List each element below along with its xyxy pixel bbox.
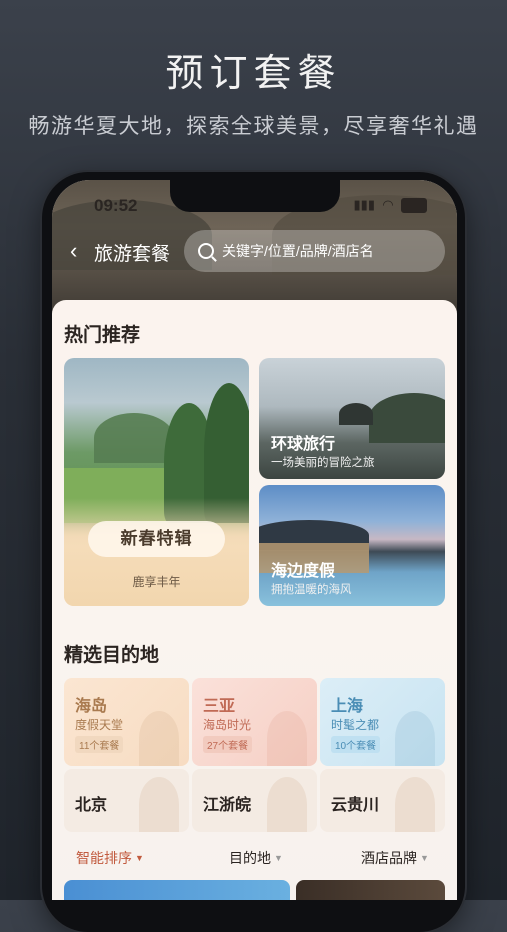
filter-label: 目的地 xyxy=(229,850,271,866)
destination-name: 江浙皖 xyxy=(203,797,252,814)
wifi-icon: ◠ xyxy=(383,197,393,212)
status-icons: ▮▮▮ ◠ xyxy=(354,197,427,213)
battery-icon xyxy=(401,197,427,213)
card-title: 海边度假 xyxy=(271,563,336,580)
filter-bar: 智能排序 ▼ 目的地 ▼ 酒店品牌 ▼ xyxy=(64,848,445,872)
chevron-left-icon: ‹ xyxy=(70,238,78,263)
card-badge: 新春特辑 xyxy=(88,521,225,557)
filter-label: 酒店品牌 xyxy=(361,850,417,866)
destination-jiangzhewan[interactable]: 江浙皖 xyxy=(192,769,317,832)
status-time: 09:52 xyxy=(94,196,138,215)
phone-screen: 09:52 ▮▮▮ ◠ ‹ 旅游套餐 关键字/位置/品牌/酒店名 热门推荐 新春… xyxy=(52,180,457,900)
decoration-shape xyxy=(139,711,179,766)
filter-smart-sort[interactable]: 智能排序 ▼ xyxy=(76,848,144,868)
destination-count: 11个套餐 xyxy=(75,736,124,753)
decoration-shape xyxy=(395,711,435,766)
filter-hotel-brand[interactable]: 酒店品牌 ▼ xyxy=(361,848,429,868)
card-title: 环球旅行 xyxy=(271,436,336,453)
hero-title: 预订套餐 xyxy=(165,53,342,95)
main-content: 热门推荐 新春特辑 鹿享丰年 环球旅行 一场美丽的冒险之旅 海边度假 拥抱温暖的… xyxy=(52,300,457,900)
destination-beijing[interactable]: 北京 xyxy=(64,769,189,832)
destination-name: 三亚 xyxy=(203,698,236,715)
filter-label: 智能排序 xyxy=(76,850,132,866)
destination-sub: 时髦之都 xyxy=(331,718,380,732)
card-caption: 鹿享丰年 xyxy=(132,575,181,589)
filter-destination[interactable]: 目的地 ▼ xyxy=(229,848,283,868)
destination-count: 27个套餐 xyxy=(203,736,253,753)
search-placeholder: 关键字/位置/品牌/酒店名 xyxy=(222,243,374,259)
destination-count: 10个套餐 xyxy=(331,736,381,753)
decoration-shape xyxy=(139,777,179,832)
decoration-shape xyxy=(267,711,307,766)
card-desc: 一场美丽的冒险之旅 xyxy=(271,457,375,469)
search-input[interactable]: 关键字/位置/品牌/酒店名 xyxy=(184,230,445,272)
package-card[interactable] xyxy=(64,880,290,900)
destination-name: 上海 xyxy=(331,698,364,715)
mountain-shape xyxy=(94,413,174,463)
hot-section-title: 热门推荐 xyxy=(64,325,141,346)
destination-sanya[interactable]: 三亚 海岛时光 27个套餐 xyxy=(192,678,317,766)
destinations-grid: 海岛 度假天堂 11个套餐 三亚 海岛时光 27个套餐 上海 时髦之都 10个套… xyxy=(64,678,445,832)
signal-icon: ▮▮▮ xyxy=(353,197,375,212)
destination-sub: 海岛时光 xyxy=(203,718,252,732)
destination-sub: 度假天堂 xyxy=(75,718,124,732)
caret-down-icon: ▼ xyxy=(135,853,144,863)
decoration-shape xyxy=(267,777,307,832)
hero-subtitle: 畅游华夏大地，探索全球美景，尽享奢华礼遇 xyxy=(28,115,479,138)
hill-shape xyxy=(369,393,445,443)
caret-down-icon: ▼ xyxy=(420,853,429,863)
card-desc: 拥抱温暖的海风 xyxy=(271,584,352,596)
package-card[interactable] xyxy=(296,880,445,900)
caret-down-icon: ▼ xyxy=(274,853,283,863)
card-seaside-vacation[interactable]: 海边度假 拥抱温暖的海风 xyxy=(259,485,445,606)
destination-yunguichuan[interactable]: 云贵川 xyxy=(320,769,445,832)
phone-notch xyxy=(170,180,340,212)
destination-name: 北京 xyxy=(75,797,108,814)
decoration-shape xyxy=(395,777,435,832)
back-button[interactable]: ‹ xyxy=(70,240,90,262)
destination-shanghai[interactable]: 上海 时髦之都 10个套餐 xyxy=(320,678,445,766)
destinations-section-title: 精选目的地 xyxy=(64,645,160,666)
destination-name: 云贵川 xyxy=(331,797,380,814)
featured-card-new-year[interactable]: 新春特辑 鹿享丰年 xyxy=(64,358,249,606)
temple-shape xyxy=(339,403,373,425)
package-list-preview xyxy=(64,880,445,900)
page-title: 旅游套餐 xyxy=(94,244,171,265)
card-world-travel[interactable]: 环球旅行 一场美丽的冒险之旅 xyxy=(259,358,445,479)
search-icon xyxy=(198,243,214,259)
destination-island[interactable]: 海岛 度假天堂 11个套餐 xyxy=(64,678,189,766)
destination-name: 海岛 xyxy=(75,698,108,715)
